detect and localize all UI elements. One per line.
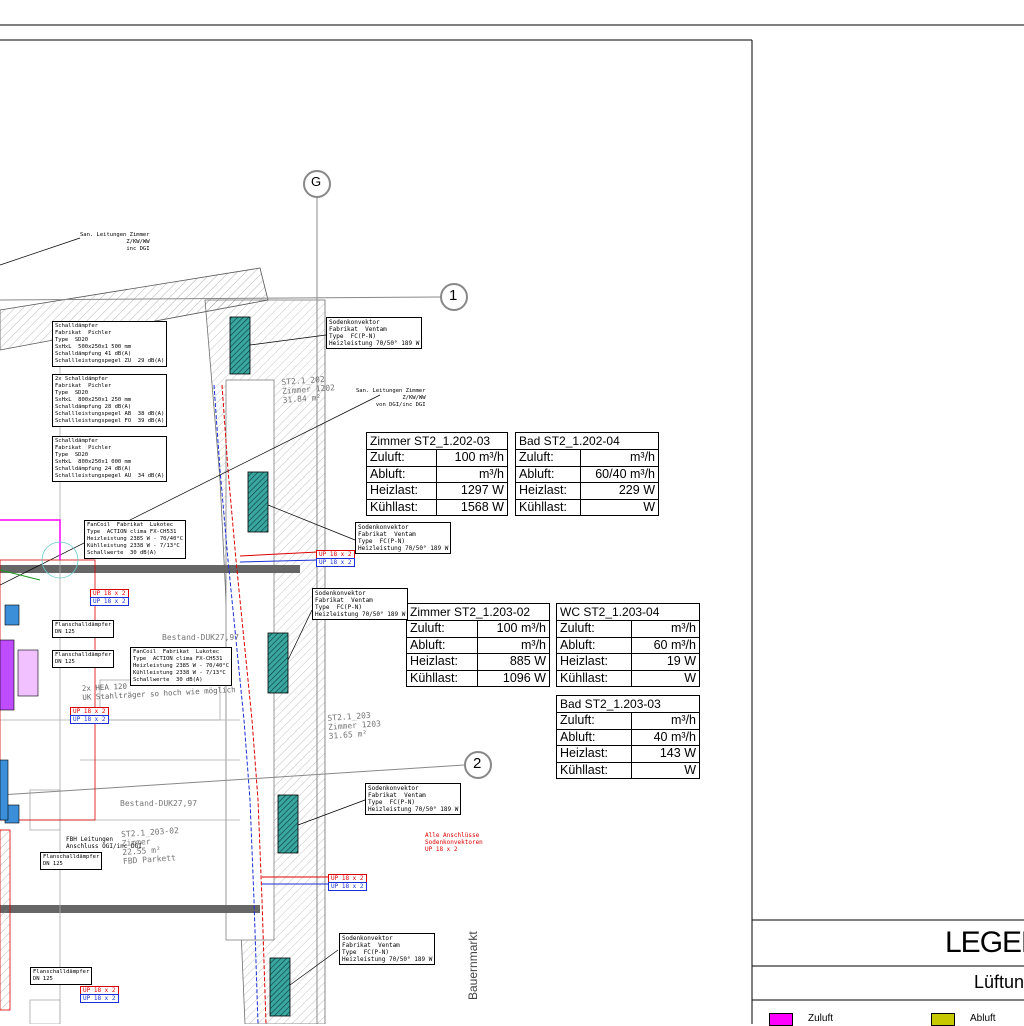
room-table-title: Bad ST2_1.203-03 xyxy=(557,696,699,713)
legend-label-zuluft: Zuluft xyxy=(808,1013,834,1024)
room-table-title: Bad ST2_1.202-04 xyxy=(516,433,658,450)
flansch-note: Flanschalldämpfer DN 125 xyxy=(40,852,103,870)
slab-2 xyxy=(0,905,260,913)
legend-swatch-zuluft xyxy=(769,1013,793,1026)
pipe-tag: UP 18 x 2 xyxy=(316,558,355,567)
axis-label-g: G xyxy=(311,174,322,189)
axis-label-1: 1 xyxy=(449,287,458,304)
flansch-note: Flanschalldämpfer DN 125 xyxy=(52,650,115,668)
room-table-title: Zimmer ST2_1.203-02 xyxy=(407,604,549,621)
legend-subtitle: Lüftun xyxy=(974,972,1024,992)
convector-note: Sodenkonvektor Fabrikat Ventam Type FC(P… xyxy=(355,522,452,554)
convector-5 xyxy=(269,957,291,1017)
damper-note: Schalldämpfer Fabrikat Pichler Type SD20… xyxy=(52,436,168,482)
room-table-wc-1203: WC ST2_1.203-04 Zuluft: m³/h Abluft: 60 m³… xyxy=(556,603,700,688)
room-table-title: WC ST2_1.203-04 xyxy=(557,604,699,621)
room-table-zimmer-1202: Zimmer ST2_1.202-03 Zuluft: 100 m³/h Ablu… xyxy=(366,432,508,517)
flansch-note: Flanschalldämpfer DN 125 xyxy=(30,967,93,985)
legend-swatch-abluft xyxy=(931,1013,955,1026)
room-label: ST2.1_203 Zimmer 1203 31.65 m² xyxy=(327,710,382,741)
bestand-label: Bestand-DUK27,97 xyxy=(162,633,240,642)
convector-1 xyxy=(229,316,251,375)
slab-1 xyxy=(0,565,300,573)
san-note: San. Leitungen Zimmer Z/KW/WW von DGI/in… xyxy=(356,388,426,408)
convector-4 xyxy=(277,794,299,854)
room-table-bad-1203: Bad ST2_1.203-03 Zuluft: m³/h Abluft: 40 m… xyxy=(556,695,700,780)
san-note: San. Leitungen Zimmer Z/KW/WW inc DGI xyxy=(80,232,150,252)
fbh-label: FBH Leitungen Anschluss OGI/inc DGI xyxy=(66,836,142,850)
street-label: Bauernmarkt xyxy=(466,931,480,1000)
room-table-zimmer-1203: Zimmer ST2_1.203-02 Zuluft: 100 m³/h Ablu… xyxy=(406,603,550,688)
fancoil-note: FanCoil Fabrikat Lukotec Type ACTION cli… xyxy=(84,520,187,559)
legend-title: LEGEN xyxy=(945,926,1024,959)
pipe-tag: UP 18 x 2 xyxy=(70,715,109,724)
convector-note: Sodenkonvektor Fabrikat Ventam Type FC(P… xyxy=(312,588,409,620)
axis-label-2: 2 xyxy=(473,755,482,772)
convector-2 xyxy=(247,471,269,533)
convector-3 xyxy=(267,632,289,694)
pipe-tag: UP 18 x 2 xyxy=(80,994,119,1003)
room-label: ST2.1_202 Zimmer 1202 31.84 m² xyxy=(281,374,336,405)
convector-note: Sodenkonvektor Fabrikat Ventam Type FC(P… xyxy=(365,783,462,815)
flansch-note: Flanschalldämpfer DN 125 xyxy=(52,620,115,638)
red-connection-note: Alle Anschlüsse Sodenkonvektoren UP 18 x… xyxy=(425,832,483,853)
convector-note: Sodenkonvektor Fabrikat Ventam Type FC(P… xyxy=(326,317,423,349)
pipe-tag: UP 18 x 2 xyxy=(90,597,129,606)
damper-note: 2x Schalldämpfer Fabrikat Pichler Type S… xyxy=(52,374,168,427)
convector-note: Sodenkonvektor Fabrikat Ventam Type FC(P… xyxy=(339,933,436,965)
legend-label-abluft: Abluft xyxy=(970,1013,996,1024)
floor-plan-drawing xyxy=(0,24,1024,1024)
wall-block xyxy=(225,379,275,941)
room-table-bad-1202: Bad ST2_1.202-04 Zuluft: m³/h Abluft: 60/4… xyxy=(515,432,659,517)
room-table-title: Zimmer ST2_1.202-03 xyxy=(367,433,507,450)
pipe-tag: UP 18 x 2 xyxy=(328,882,367,891)
damper-note: Schalldämpfer Fabrikat Pichler Type SD20… xyxy=(52,321,168,367)
bestand-label: Bestand-DUK27,97 xyxy=(120,799,198,808)
